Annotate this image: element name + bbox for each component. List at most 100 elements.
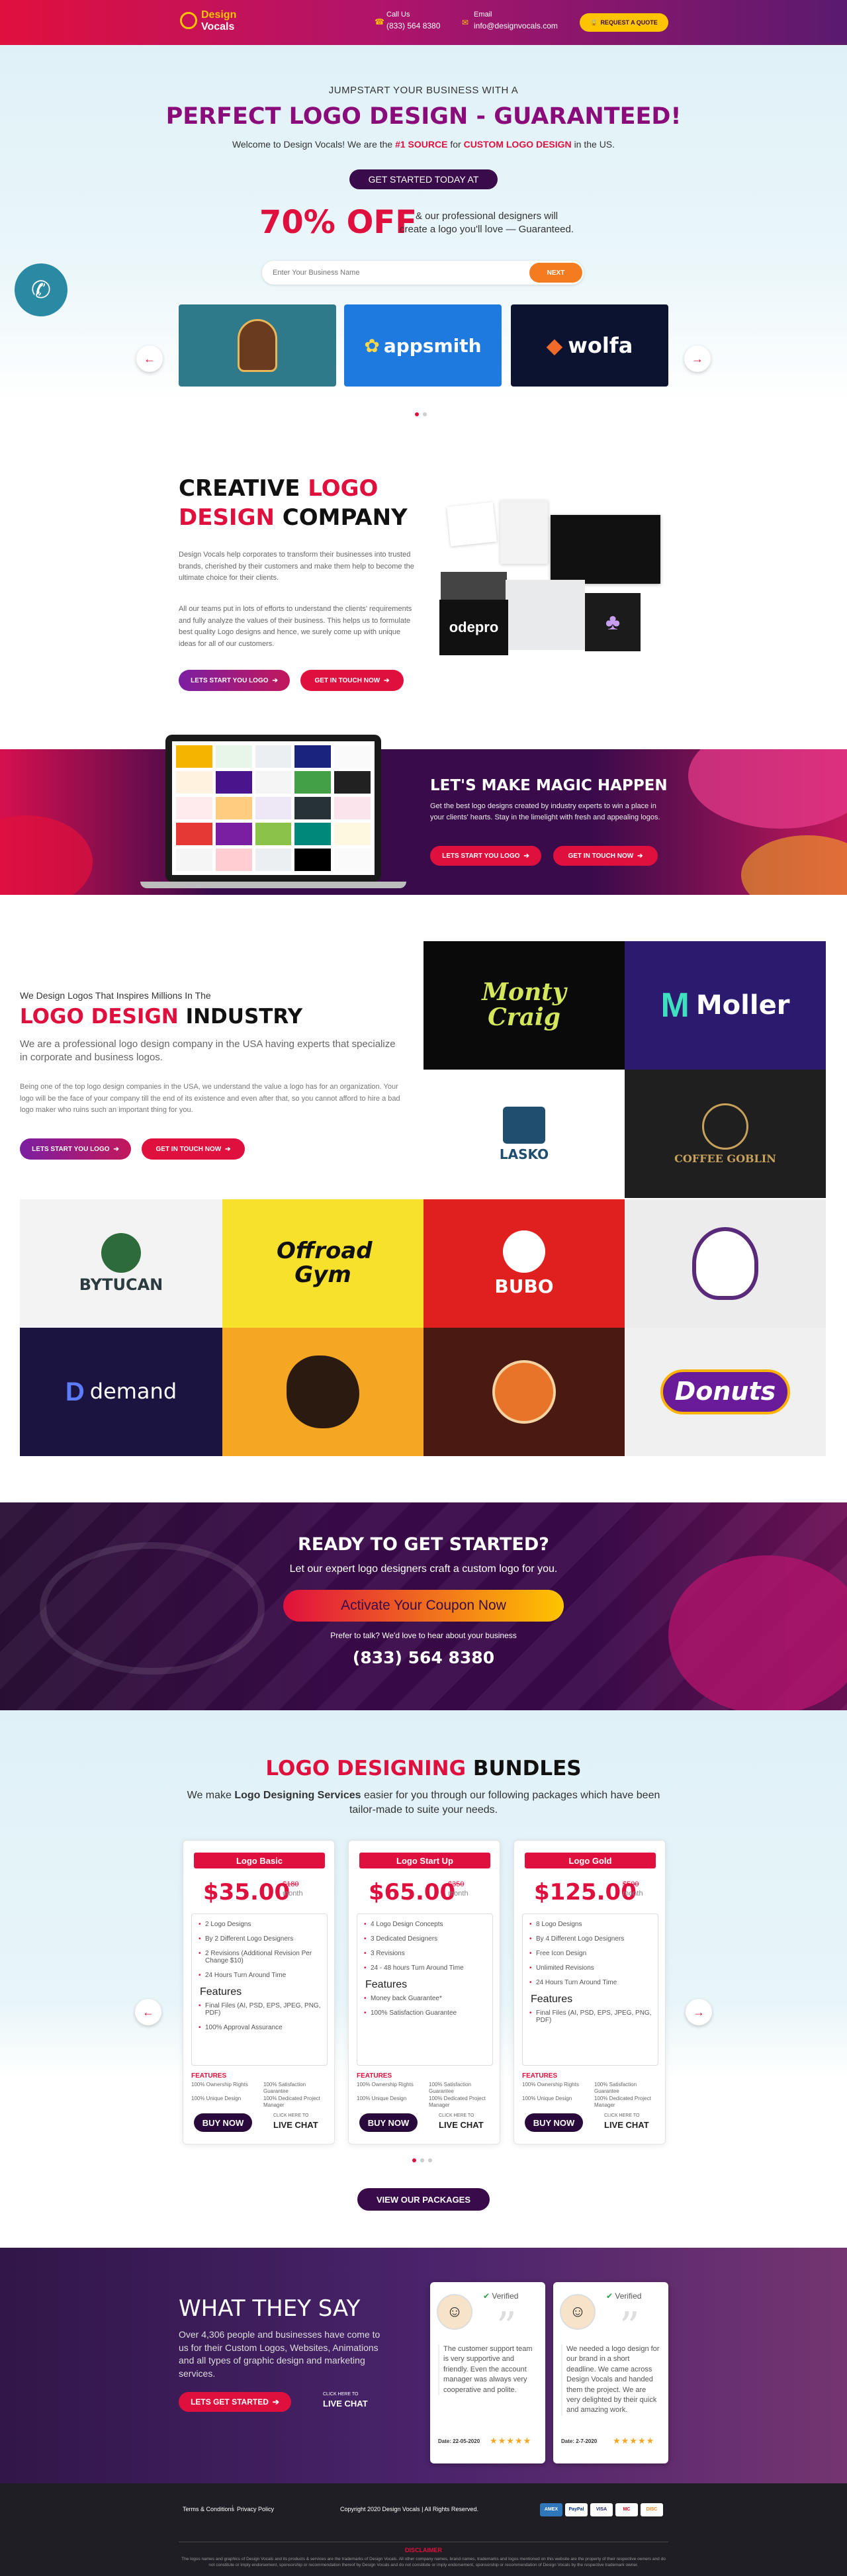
logo-tile-splash[interactable]	[222, 1328, 424, 1456]
owl-icon	[503, 1230, 545, 1273]
hero-kicker: JUMPSTART YOUR BUSINESS WITH A	[328, 85, 519, 96]
hero-slide-3: ◆ wolfa	[511, 304, 668, 387]
magic-start-button[interactable]: LETS START YOU LOGO ➔	[430, 846, 541, 866]
live-chat-link[interactable]: LIVE CHAT	[604, 2120, 649, 2130]
industry-sub: We are a professional logo design compan…	[20, 1038, 396, 1064]
floating-phone-icon[interactable]: ✆	[15, 263, 67, 316]
visa-icon: VISA	[590, 2503, 613, 2516]
logo-thumb	[334, 797, 371, 819]
logo-tile-cat[interactable]	[625, 1199, 826, 1328]
ready-title: READY TO GET STARTED?	[298, 1534, 549, 1555]
logo-tile-demand[interactable]: D demand	[20, 1328, 222, 1456]
magic-blob-3	[0, 815, 93, 895]
logo-thumb	[176, 745, 212, 768]
logo-tile-fox[interactable]	[424, 1328, 625, 1456]
hero-prev-arrow[interactable]: ←	[136, 345, 163, 372]
logo-thumb	[176, 823, 212, 845]
package-list[interactable]: 4 Logo Design Concepts 3 Dedicated Desig…	[357, 1913, 493, 2066]
logo-tile-monty-craig[interactable]: Monty Craig	[424, 941, 625, 1070]
business-name-input[interactable]	[273, 266, 511, 279]
creative-start-button[interactable]: LETS START YOU LOGO ➔	[179, 670, 290, 691]
hero-next-arrow[interactable]: →	[684, 345, 711, 372]
logo-mark-icon	[180, 12, 197, 29]
footer-copyright: Copyright 2020 Design Vocals | All Right…	[340, 2506, 478, 2512]
logo-thumb	[294, 823, 332, 845]
next-button[interactable]: NEXT	[529, 263, 582, 283]
buy-now-button[interactable]: BUY NOW	[525, 2113, 583, 2132]
package-list[interactable]: 2 Logo Designs By 2 Different Logo Desig…	[191, 1913, 328, 2066]
testimonials-click: CLICK HERE TO	[323, 2392, 359, 2397]
buy-now-button[interactable]: BUY NOW	[359, 2113, 418, 2132]
magic-touch-button[interactable]: GET IN TOUCH NOW ➔	[553, 846, 658, 866]
testimonials-text: Over 4,306 people and businesses have co…	[179, 2329, 380, 2379]
testimonials-section	[0, 2248, 847, 2483]
offer-big: 70% OFF	[259, 204, 417, 241]
ready-talk: Prefer to talk? We'd love to hear about …	[330, 1631, 517, 1640]
hero-dot-1[interactable]	[415, 412, 419, 416]
ready-phone[interactable]: (833) 564 8380	[0, 1648, 847, 1667]
logo-tile-coffee-goblin[interactable]: COFFEE GOBLIN	[625, 1070, 826, 1198]
package-list[interactable]: 8 Logo Designs By 4 Different Logo Desig…	[522, 1913, 658, 2066]
logo-thumb	[176, 797, 212, 819]
reviewer-avatar-icon: ☺	[560, 2294, 596, 2330]
bundles-prev-arrow[interactable]: ←	[135, 1999, 161, 2025]
logo-thumb	[176, 849, 212, 871]
bundles-dots	[410, 2154, 434, 2166]
live-chat-link[interactable]: LIVE CHAT	[439, 2120, 484, 2130]
logo-thumb	[255, 797, 292, 819]
testimonials-live-chat[interactable]: LIVE CHAT	[323, 2399, 368, 2409]
rating-stars: ★★★★★	[613, 2436, 655, 2446]
quote-icon: ”	[496, 2304, 517, 2350]
get-started-badge[interactable]: GET STARTED TODAY AT	[349, 169, 498, 189]
appsmith-icon: ✿	[364, 334, 380, 357]
lets-get-started-button[interactable]: LETS GET STARTED ➔	[179, 2392, 291, 2412]
logo-tile-donuts[interactable]: Donuts	[625, 1328, 826, 1456]
site-logo[interactable]: Design Vocals	[180, 8, 259, 37]
request-quote-button[interactable]: 🔒 REQUEST A QUOTE	[580, 13, 668, 32]
logo-thumb	[294, 771, 332, 794]
bundle-dot-3[interactable]	[428, 2158, 432, 2162]
logo-tile-offroad-gym[interactable]: Offroad Gym	[222, 1199, 424, 1328]
industry-start-button[interactable]: LETS START YOU LOGO ➔	[20, 1138, 131, 1160]
bundles-sub: We make Logo Designing Services easier f…	[187, 1790, 660, 1816]
buy-now-button[interactable]: BUY NOW	[194, 2113, 252, 2132]
live-chat-link[interactable]: LIVE CHAT	[273, 2120, 318, 2130]
logo-tile-bubo[interactable]: BUBO	[424, 1199, 625, 1328]
logo-thumb	[255, 823, 292, 845]
logo-tile-moller[interactable]: M Moller	[625, 941, 826, 1070]
footer-terms[interactable]: Terms & Conditions	[183, 2506, 234, 2512]
logo-thumb	[255, 849, 292, 871]
hero-dot-2[interactable]	[423, 412, 427, 416]
header-email[interactable]: info@designvocals.com	[474, 21, 558, 30]
magic-blob-2	[741, 835, 847, 895]
quote-icon: ”	[619, 2304, 640, 2350]
bundles-next-arrow[interactable]: →	[686, 1999, 712, 2025]
creative-touch-button[interactable]: GET IN TOUCH NOW ➔	[300, 670, 404, 691]
package-bottom-features: 100% Ownership Rights 100% Satisfaction G…	[522, 2082, 651, 2109]
collage-card-2	[500, 500, 548, 564]
mastercard-icon: MC	[615, 2503, 638, 2516]
activate-coupon-button[interactable]: Activate Your Coupon Now	[283, 1590, 564, 1622]
hero-custom: CUSTOM LOGO DESIGN	[463, 139, 572, 150]
moller-icon: M	[660, 986, 690, 1025]
logo-tile-bytucan[interactable]: BYTUCAN	[20, 1199, 222, 1328]
lasko-icon	[503, 1106, 545, 1144]
laptop-screen	[165, 735, 381, 882]
collage-card-6: ♣	[585, 593, 641, 651]
splash-icon	[287, 1356, 359, 1428]
bundle-dot-2[interactable]	[420, 2158, 424, 2162]
footer-privacy[interactable]: Privacy Policy	[237, 2506, 274, 2512]
review-card-2: ☺ ✔ Verified ” We needed a logo design f…	[553, 2282, 668, 2463]
industry-kicker: We Design Logos That Inspires Millions I…	[20, 990, 211, 1001]
industry-touch-button[interactable]: GET IN TOUCH NOW ➔	[142, 1138, 245, 1160]
verified-check-icon: ✔	[606, 2291, 613, 2301]
site-header: Design Vocals ☎ Call Us (833) 564 8380 ✉…	[0, 0, 847, 45]
logo-thumb	[215, 771, 252, 794]
call-label: Call Us	[386, 11, 410, 19]
view-packages-button[interactable]: VIEW OUR PACKAGES	[357, 2188, 490, 2211]
bundle-dot-1[interactable]	[412, 2158, 416, 2162]
magic-title: LET'S MAKE MAGIC HAPPEN	[430, 777, 668, 794]
toucan-icon	[101, 1233, 141, 1273]
header-phone[interactable]: (833) 564 8380	[386, 21, 440, 30]
logo-tile-lasko[interactable]: LASKO	[424, 1070, 625, 1198]
